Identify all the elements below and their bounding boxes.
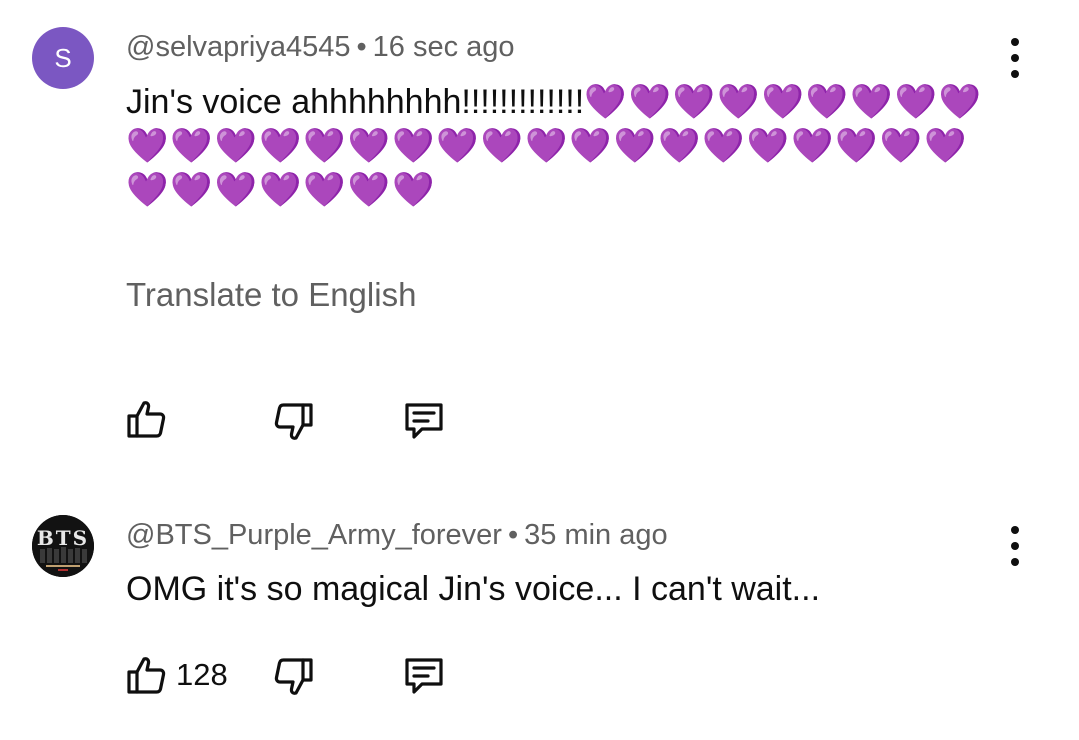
more-vert-icon: [1011, 526, 1019, 534]
dislike-icon: [274, 403, 313, 440]
meta-separator: •: [356, 31, 367, 63]
svg-text:BTS: BTS: [37, 526, 89, 550]
comment-meta: @BTS_Purple_Army_forever • 35 min ago: [126, 519, 668, 552]
avatar[interactable]: S: [32, 27, 94, 89]
comment-text: Jin's voice ahhhhhhhh!!!!!!!!!!!!!💜💜💜💜💜💜…: [126, 80, 1006, 212]
bts-avatar-image: BTS: [32, 515, 94, 577]
more-vert-icon: [1011, 38, 1019, 46]
avatar[interactable]: BTS: [32, 515, 94, 577]
reply-icon: [405, 403, 443, 439]
comment-body: Jin's voice ahhhhhhhh!!!!!!!!!!!!!: [126, 83, 585, 121]
reply-button[interactable]: [402, 654, 446, 698]
meta-separator: •: [507, 519, 519, 551]
author-name[interactable]: @selvapriya4545: [126, 31, 351, 63]
comment-time: 35 min ago: [524, 519, 668, 551]
more-options-button[interactable]: [1001, 38, 1029, 78]
comment-time: 16 sec ago: [372, 31, 515, 63]
like-count: 128: [176, 657, 228, 692]
like-button[interactable]: [124, 397, 168, 441]
dislike-button[interactable]: [272, 400, 316, 444]
dislike-button[interactable]: [272, 655, 316, 699]
reply-icon: [405, 658, 443, 694]
like-icon: [127, 657, 166, 694]
translate-button[interactable]: Translate to English: [126, 276, 416, 314]
dislike-icon: [274, 658, 313, 695]
author-name[interactable]: @BTS_Purple_Army_forever: [126, 519, 502, 551]
like-icon: [127, 401, 166, 438]
more-options-button[interactable]: [1001, 526, 1029, 566]
comment-meta: @selvapriya4545 • 16 sec ago: [126, 31, 515, 64]
avatar-letter: S: [54, 42, 72, 73]
reply-button[interactable]: [402, 399, 446, 443]
comment-text: OMG it's so magical Jin's voice... I can…: [126, 570, 821, 608]
like-button[interactable]: 128: [124, 653, 228, 697]
